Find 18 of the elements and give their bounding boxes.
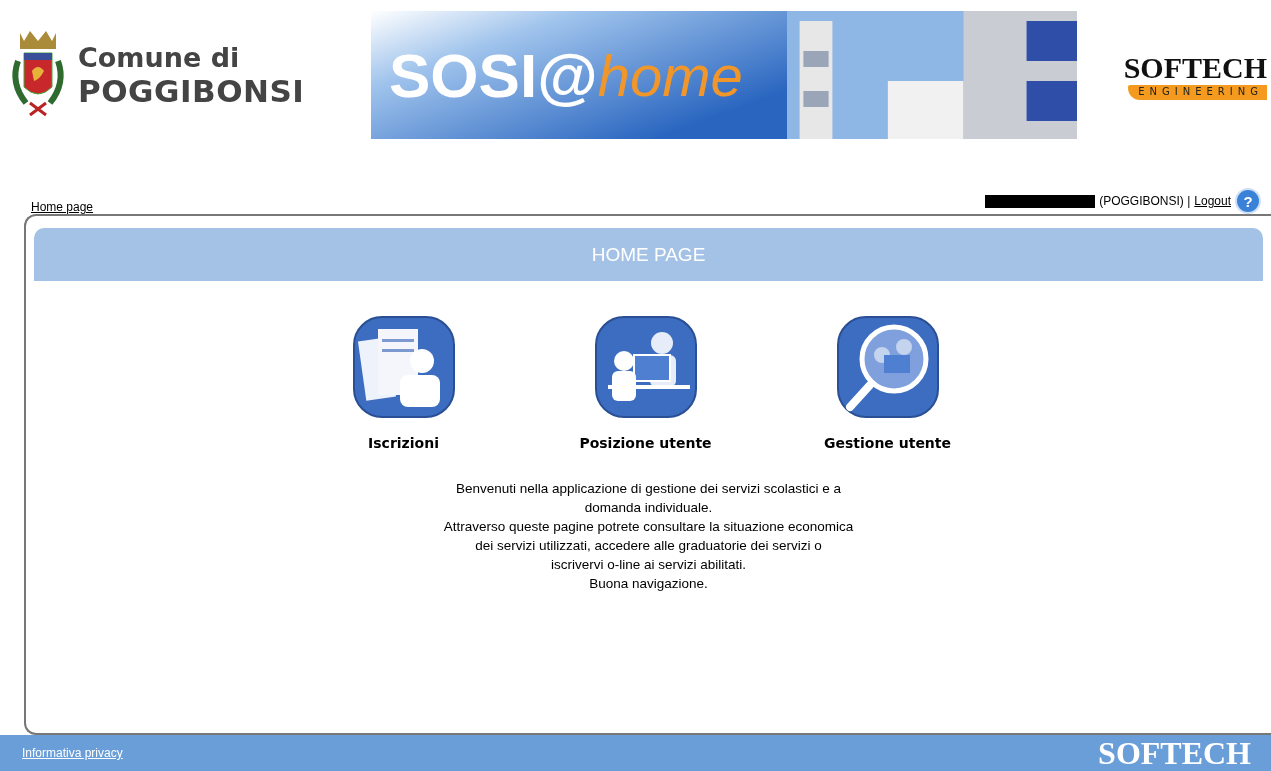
footer-logo: SOFTECH	[1098, 734, 1251, 771]
municipality-name: Comune di	[78, 41, 241, 73]
people-at-computer-icon[interactable]	[593, 315, 698, 419]
vendor-logo: SOFTECH	[1123, 50, 1267, 85]
menu-label[interactable]: Posizione utente	[579, 435, 712, 451]
user-info: (POGGIBONSI) |	[1099, 194, 1191, 208]
menu-label[interactable]: Iscrizioni	[368, 435, 439, 451]
logout-link[interactable]: Logout	[1194, 194, 1231, 208]
panel-title: HOME PAGE	[591, 243, 706, 266]
banner-logo: SOSI@home	[389, 39, 743, 112]
municipality-name: POGGIBONSI	[78, 72, 305, 109]
home-page-link[interactable]: Home page	[31, 200, 94, 214]
menu-label[interactable]: Gestione utente	[823, 435, 952, 451]
welcome-text: Benvenuti nella applicazione di gestione dei servizi scolastici e a domanda individuale. Attraverso queste pagine potrete consultare la situazione economica dei servizi utilizzati, accedere alle graduatorie dei servizi o iscrivervi o-line ai servizi abilitati. Buona navigazione.	[442, 480, 855, 593]
help-button[interactable]: ?	[1235, 188, 1261, 214]
vendor-tagline: ENGINEERING	[1128, 84, 1267, 100]
magnifier-people-icon[interactable]	[835, 315, 940, 419]
numbered-list-person-icon[interactable]	[351, 315, 456, 419]
